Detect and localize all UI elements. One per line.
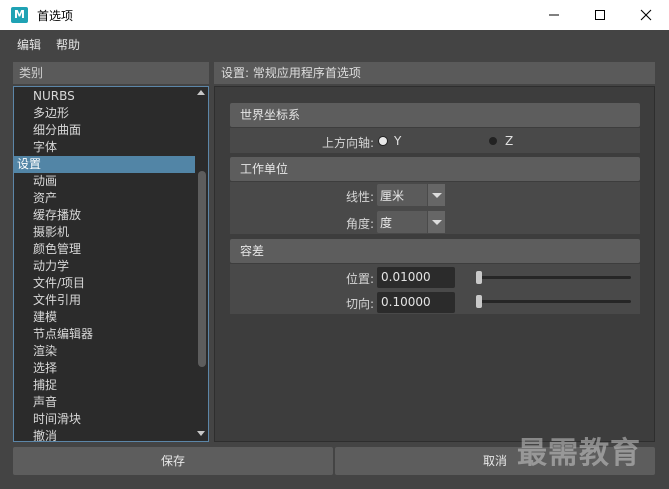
chevron-down-icon [427,211,445,233]
list-item-color-management[interactable]: 颜色管理 [14,241,195,258]
save-button[interactable]: 保存 [13,447,333,475]
section-working-units[interactable]: 工作单位 [230,157,640,181]
list-item-selection[interactable]: 选择 [14,360,195,377]
up-axis-y-radio[interactable] [379,137,387,145]
maximize-button[interactable] [577,0,623,30]
list-item-nurbs[interactable]: NURBS [14,88,195,105]
categories-header: 类别 [13,62,209,84]
settings-panel-header: 设置: 常规应用程序首选项 [214,62,655,84]
title-bar: M 首选项 [0,0,669,30]
angular-unit-value: 度 [380,216,393,230]
up-axis-z-label: Z [505,134,514,148]
angular-unit-dropdown[interactable]: 度 [377,211,445,233]
tangent-slider-handle[interactable] [476,295,482,308]
list-item-assets[interactable]: 资产 [14,190,195,207]
world-coordinates-body [230,128,640,153]
list-item-fonts[interactable]: 字体 [14,139,195,156]
menu-help[interactable]: 帮助 [56,36,80,53]
position-slider-track[interactable] [476,276,631,279]
list-item-time-slider[interactable]: 时间滑块 [14,411,195,428]
section-world-coordinates[interactable]: 世界坐标系 [230,103,640,127]
angular-label: 角度: [345,217,374,231]
list-item-node-editor[interactable]: 节点编辑器 [14,326,195,343]
watermark-text: 最需教育 [517,436,641,471]
list-item-subdiv[interactable]: 细分曲面 [14,122,195,139]
list-item-dynamics[interactable]: 动力学 [14,258,195,275]
scroll-up-arrow-icon[interactable] [197,90,205,95]
maximize-icon [595,10,605,20]
minimize-icon [549,14,559,16]
position-tolerance-field[interactable]: 0.01000 [377,267,455,288]
up-axis-z-radio[interactable] [489,137,497,145]
tangent-slider-track[interactable] [476,300,631,303]
list-item-animation[interactable]: 动画 [14,173,195,190]
position-label: 位置: [345,272,374,286]
list-item-rendering[interactable]: 渲染 [14,343,195,360]
minimize-button[interactable] [531,0,577,30]
list-item-snapping[interactable]: 捕捉 [14,377,195,394]
list-item-sound[interactable]: 声音 [14,394,195,411]
categories-list[interactable]: NURBS 多边形 细分曲面 字体 设置 动画 资产 缓存播放 摄影机 颜色管理… [13,86,209,442]
close-button[interactable] [623,0,669,30]
list-item-modeling[interactable]: 建模 [14,309,195,326]
close-icon [640,9,652,21]
list-item-files-projects[interactable]: 文件/项目 [14,275,195,292]
up-axis-label: 上方向轴: [321,136,374,150]
list-item-undo[interactable]: 撤消 [14,428,195,441]
maya-app-icon: M [11,7,28,23]
list-item-settings[interactable]: 设置 [14,156,195,173]
list-item-cameras[interactable]: 摄影机 [14,224,195,241]
menu-bar: 编辑 帮助 [0,30,669,56]
window-title: 首选项 [37,9,74,23]
chevron-down-icon [427,184,445,206]
tangent-tolerance-field[interactable]: 0.10000 [377,292,455,313]
list-item-file-references[interactable]: 文件引用 [14,292,195,309]
tangent-label: 切向: [345,297,374,311]
scroll-thumb[interactable] [198,171,206,367]
scroll-down-arrow-icon[interactable] [197,431,205,436]
position-slider-handle[interactable] [476,271,482,284]
section-tolerance[interactable]: 容差 [230,239,640,263]
linear-unit-dropdown[interactable]: 厘米 [377,184,445,206]
linear-unit-value: 厘米 [380,189,405,203]
menu-edit[interactable]: 编辑 [17,36,41,53]
categories-scrollbar[interactable] [195,87,208,441]
linear-label: 线性: [345,190,374,204]
list-item-polygons[interactable]: 多边形 [14,105,195,122]
up-axis-y-label: Y [394,134,402,148]
list-item-cached-playback[interactable]: 缓存播放 [14,207,195,224]
